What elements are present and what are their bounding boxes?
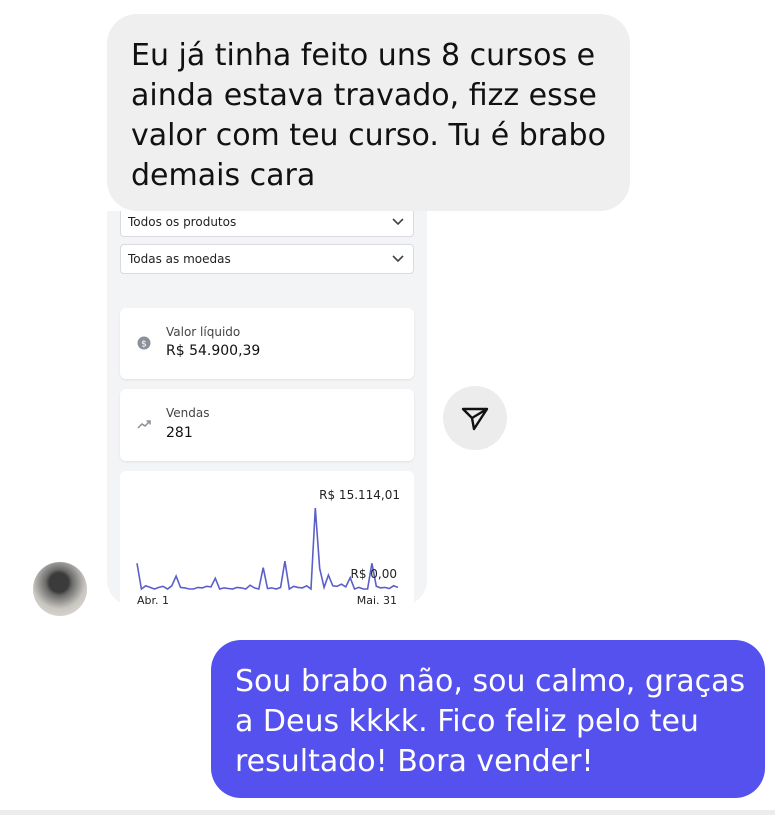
chart-min-label: R$ 0,00 bbox=[350, 567, 397, 581]
currency-filter-value: Todas as moedas bbox=[128, 252, 231, 266]
sales-label: Vendas bbox=[166, 406, 210, 420]
shared-screenshot-image[interactable]: Todos os produtos Todas as moedas $ Valo… bbox=[107, 211, 427, 606]
currency-filter-select: Todas as moedas bbox=[120, 244, 414, 274]
sent-message-bubble[interactable]: Sou brabo não, sou calmo, graças a Deus … bbox=[211, 640, 765, 798]
sent-message-line: resultado! Bora vender! bbox=[235, 744, 594, 779]
sent-message-line: Sou brabo não, sou calmo, graças bbox=[235, 664, 746, 699]
trending-up-icon bbox=[137, 420, 151, 429]
sales-card: Vendas 281 bbox=[120, 389, 414, 461]
net-value-card: $ Valor líquido R$ 54.900,39 bbox=[120, 308, 414, 379]
received-message-line: demais cara bbox=[131, 158, 316, 193]
chart-x-end-label: Mai. 31 bbox=[356, 594, 397, 606]
received-message-line: ainda estava travado, fizz esse bbox=[131, 78, 597, 113]
share-send-button[interactable] bbox=[443, 386, 507, 450]
received-message-line: valor com teu curso. Tu é brabo bbox=[131, 118, 606, 153]
dollar-coin-icon: $ bbox=[137, 336, 151, 350]
product-filter-value: Todos os produtos bbox=[128, 215, 237, 229]
sales-chart-card: R$ 15.114,01 R$ 0,00 Abr. 1 Mai. 31 bbox=[120, 471, 414, 606]
chart-x-start-label: Abr. 1 bbox=[137, 594, 170, 606]
send-icon bbox=[461, 407, 489, 431]
chart-max-label: R$ 15.114,01 bbox=[319, 488, 400, 502]
sent-message-line: a Deus kkkk. Fico feliz pelo teu bbox=[235, 704, 699, 739]
net-value-label: Valor líquido bbox=[166, 325, 241, 339]
chevron-down-icon bbox=[392, 255, 404, 263]
net-value-amount: R$ 54.900,39 bbox=[166, 343, 261, 359]
chevron-down-icon bbox=[392, 218, 404, 226]
svg-text:$: $ bbox=[141, 340, 147, 350]
received-message-line: Eu já tinha feito uns 8 cursos e bbox=[131, 38, 596, 73]
received-message-bubble[interactable]: Eu já tinha feito uns 8 cursos e ainda e… bbox=[107, 14, 630, 211]
sales-count: 281 bbox=[166, 425, 193, 441]
sender-avatar[interactable] bbox=[33, 562, 87, 616]
composer-bar-edge bbox=[0, 810, 775, 815]
product-filter-select: Todos os produtos bbox=[120, 211, 414, 237]
